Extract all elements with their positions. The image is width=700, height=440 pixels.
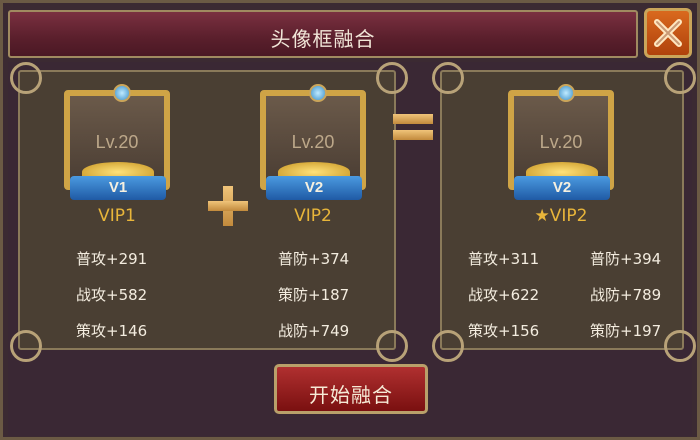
close-button[interactable]: [644, 8, 692, 58]
stat-item: 策防+187: [278, 286, 350, 304]
close-x-icon: [654, 19, 682, 47]
ribbon-label: V2: [552, 179, 572, 196]
stat-item: 普防+394: [590, 250, 662, 268]
ribbon-label: V1: [108, 179, 128, 196]
stat-item: 策攻+156: [468, 322, 540, 340]
corner-ornament-icon: [664, 330, 696, 362]
dialog-title: 头像框融合: [270, 27, 376, 51]
ribbon-badge: V1: [70, 176, 166, 200]
ribbon-label: V2: [304, 179, 324, 196]
stat-item: 策攻+146: [76, 322, 148, 340]
stat-item: 战攻+622: [468, 286, 540, 304]
title-bar: 头像框融合: [8, 10, 638, 58]
stat-item: 策防+197: [590, 322, 662, 340]
corner-ornament-icon: [10, 62, 42, 94]
plus-icon: [208, 186, 248, 226]
gem-icon: [557, 84, 575, 102]
vip-label: VIP1: [98, 206, 136, 226]
vip-label: VIP2: [294, 206, 332, 226]
frame-level: Lv.20: [539, 132, 583, 152]
stat-item: 战防+789: [590, 286, 662, 304]
corner-ornament-icon: [432, 62, 464, 94]
stat-item: 战攻+582: [76, 286, 148, 304]
corner-ornament-icon: [376, 62, 408, 94]
corner-ornament-icon: [10, 330, 42, 362]
avatar-frame-v2[interactable]: Lv.20: [260, 84, 366, 190]
frame-level: Lv.20: [291, 132, 335, 152]
start-fusion-label: 开始融合: [309, 383, 393, 407]
avatar-frame-v1[interactable]: Lv.20: [64, 84, 170, 190]
frame-level: Lv.20: [95, 132, 139, 152]
vip-label: ★VIP2: [534, 206, 588, 226]
equals-icon: [393, 110, 433, 144]
avatar-frame-result[interactable]: Lv.20: [508, 84, 614, 190]
stat-item: 战防+749: [278, 322, 350, 340]
ribbon-badge: V2: [266, 176, 362, 200]
start-fusion-button[interactable]: 开始融合: [274, 364, 428, 414]
result-panel: Lv.20 V2 ★VIP2 普攻+311 战攻+622 策攻+156 普防+3…: [432, 62, 696, 362]
fusion-dialog: 头像框融合 Lv.20 V1 VIP1 Lv.20 V2 VIP2 普攻+291…: [0, 0, 700, 440]
ribbon-badge: V2: [514, 176, 610, 200]
gem-icon: [113, 84, 131, 102]
stat-item: 普攻+291: [76, 250, 148, 268]
corner-ornament-icon: [664, 62, 696, 94]
gem-icon: [309, 84, 327, 102]
corner-ornament-icon: [432, 330, 464, 362]
stat-item: 普防+374: [278, 250, 350, 268]
stat-item: 普攻+311: [468, 250, 540, 268]
source-panel: Lv.20 V1 VIP1 Lv.20 V2 VIP2 普攻+291 战攻+58…: [10, 62, 408, 362]
corner-ornament-icon: [376, 330, 408, 362]
